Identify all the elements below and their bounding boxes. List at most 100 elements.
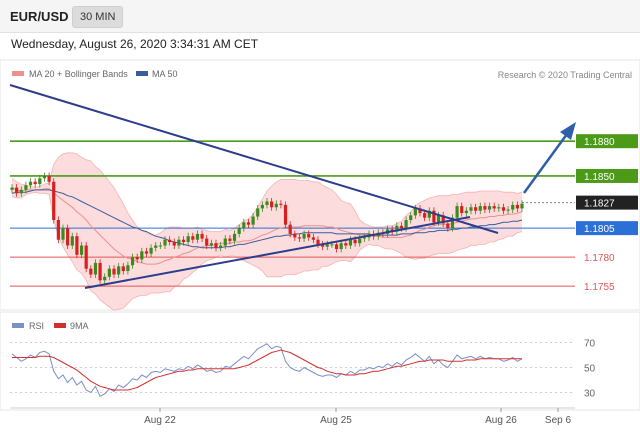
- legend-label-rsi: RSI: [29, 321, 44, 331]
- level-label-1.1780: 1.1780: [584, 253, 615, 264]
- candle-body: [98, 262, 102, 281]
- candle-body: [455, 206, 459, 218]
- candle-body: [126, 265, 130, 272]
- candle-body: [28, 181, 33, 186]
- candle-body: [478, 206, 482, 211]
- candle-body: [474, 207, 478, 211]
- candle-body: [399, 225, 404, 229]
- candle-body: [117, 266, 121, 275]
- candle-body: [144, 251, 149, 254]
- candle-body: [112, 268, 116, 275]
- candle-body: [70, 236, 74, 246]
- candle-body: [316, 239, 320, 245]
- candle-body: [89, 268, 93, 275]
- candle-body: [186, 236, 190, 243]
- candle-body: [265, 201, 269, 205]
- candle-body: [260, 204, 264, 209]
- candle-body: [348, 239, 353, 246]
- candle-body: [344, 243, 348, 246]
- x-tick-label: Aug 26: [485, 415, 517, 426]
- candle-body: [140, 251, 144, 260]
- level-label-1.1850: 1.1850: [584, 172, 615, 183]
- candle-body: [42, 175, 47, 179]
- candle-body: [135, 257, 139, 260]
- candle-body: [288, 224, 292, 234]
- candle-body: [358, 238, 362, 244]
- candle-body: [15, 187, 19, 194]
- candle-body: [436, 215, 441, 223]
- candle-body: [209, 243, 213, 246]
- candle-body: [483, 206, 487, 210]
- rsi-tick-50: 50: [584, 364, 596, 375]
- candle-body: [423, 213, 427, 218]
- candle-body: [232, 233, 237, 241]
- candle-body: [242, 222, 246, 229]
- candle-body: [10, 187, 14, 190]
- candle-body: [24, 185, 28, 190]
- candle-body: [302, 233, 306, 239]
- candle-body: [228, 238, 232, 241]
- candle-body: [469, 207, 473, 211]
- candle-body: [130, 257, 135, 266]
- candle-body: [246, 222, 251, 225]
- candle-body: [297, 237, 302, 239]
- legend-swatch-ma20: [12, 71, 24, 76]
- candle-body: [223, 238, 227, 246]
- candle-body: [75, 236, 79, 255]
- candle-body: [279, 203, 283, 205]
- candle-body: [409, 215, 413, 221]
- candle-body: [446, 223, 450, 229]
- rsi-panel: [0, 311, 640, 411]
- candle-body: [311, 237, 315, 240]
- candle-body: [172, 242, 176, 246]
- candle-body: [93, 262, 98, 275]
- candle-body: [256, 208, 260, 217]
- candle-body: [214, 243, 218, 248]
- candle-body: [334, 244, 339, 249]
- x-tick-label: Aug 22: [144, 415, 176, 426]
- candle-body: [107, 268, 111, 277]
- candle-body: [515, 204, 519, 209]
- candle-body: [84, 245, 88, 269]
- candle-body: [56, 220, 60, 240]
- candle-body: [66, 228, 70, 246]
- candle-body: [511, 204, 515, 210]
- candle-body: [33, 181, 37, 185]
- candle-body: [103, 276, 107, 281]
- candle-body: [168, 239, 172, 243]
- candle-body: [219, 245, 223, 248]
- main-legend: MA 20 + Bollinger Bands MA 50: [12, 69, 178, 79]
- candle-body: [293, 233, 297, 238]
- legend-label-ma50: MA 50: [152, 69, 178, 79]
- candle-body: [158, 245, 162, 247]
- candle-body: [251, 216, 255, 225]
- legend-swatch-9ma: [54, 323, 66, 328]
- candle-body: [460, 206, 464, 214]
- candle-body: [413, 208, 417, 216]
- candle-body: [464, 210, 468, 214]
- candle-body: [307, 233, 311, 238]
- candle-body: [19, 189, 23, 194]
- rsi-tick-30: 30: [584, 389, 596, 400]
- candle-body: [353, 239, 357, 244]
- legend-swatch-rsi: [12, 323, 24, 328]
- candle-body: [195, 233, 200, 240]
- candle-body: [121, 266, 125, 272]
- candle-body: [274, 203, 278, 208]
- candle-body: [163, 239, 167, 246]
- candle-body: [487, 206, 492, 210]
- candle-body: [149, 247, 153, 254]
- candle-body: [330, 244, 334, 246]
- candle-body: [79, 245, 84, 255]
- candle-body: [191, 236, 195, 240]
- legend-label-ma20: MA 20 + Bollinger Bands: [29, 69, 128, 79]
- candle-body: [339, 243, 343, 249]
- candle-body: [237, 228, 241, 234]
- candle-body: [61, 228, 65, 240]
- candle-body: [501, 207, 506, 211]
- candle-body: [404, 220, 408, 229]
- candle-body: [205, 238, 209, 246]
- legend-label-9ma: 9MA: [70, 321, 89, 331]
- x-tick-label: Sep 6: [545, 415, 572, 426]
- candle-body: [154, 245, 158, 248]
